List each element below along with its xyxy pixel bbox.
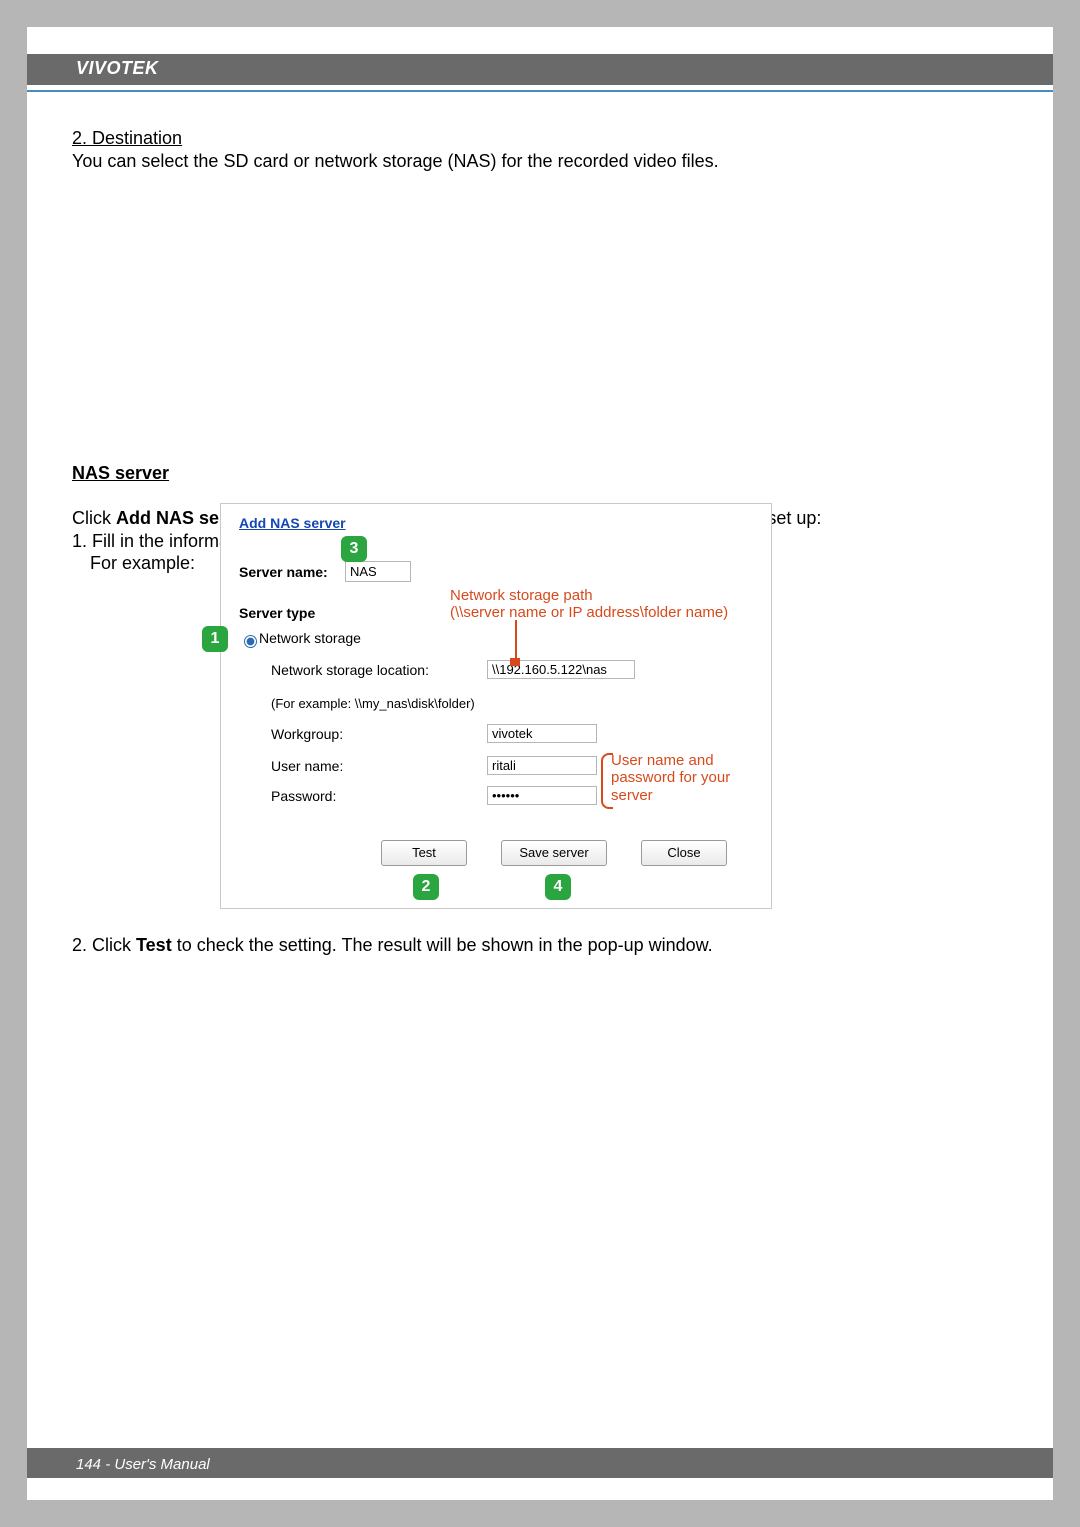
page: VIVOTEK 2. Destination You can select th… <box>27 27 1053 1500</box>
annotation-storage-path-line1: Network storage path <box>450 587 593 604</box>
header-bar <box>27 54 1053 85</box>
callout-4: 4 <box>545 874 571 900</box>
callout-2: 2 <box>413 874 439 900</box>
annotation-storage-path: Network storage path (\\server name or I… <box>450 587 750 622</box>
step-2-post: to check the setting. The result will be… <box>172 935 713 955</box>
step-2-row: 2. Click Test to check the setting. The … <box>72 935 1002 956</box>
footer-text: 144 - User's Manual <box>76 1456 210 1473</box>
annotation-arrow-icon <box>515 620 517 662</box>
username-input[interactable] <box>487 756 597 775</box>
storage-example-hint: (For example: \\my_nas\disk\folder) <box>271 696 475 711</box>
annotation-credentials: User name and password for your server <box>611 752 771 804</box>
username-label: User name: <box>271 758 343 774</box>
password-input[interactable] <box>487 786 597 805</box>
test-button[interactable]: Test <box>381 840 467 866</box>
step-2-bold: Test <box>136 935 172 955</box>
storage-location-label: Network storage location: <box>271 662 429 678</box>
network-storage-radio-label: Network storage <box>259 630 361 646</box>
server-name-input[interactable] <box>345 561 411 582</box>
section-destination-title: 2. Destination <box>72 128 182 148</box>
step-2-pre: 2. Click <box>72 935 136 955</box>
header-accent-line <box>27 90 1053 92</box>
add-nas-server-panel: Add NAS server Server name: Server type … <box>220 503 772 909</box>
annotation-storage-path-line2: (\\server name or IP address\folder name… <box>450 604 728 621</box>
panel-title: Add NAS server <box>239 515 346 531</box>
annotation-arrowhead-icon <box>510 658 520 666</box>
server-type-label: Server type <box>239 605 315 621</box>
callout-1: 1 <box>202 626 228 652</box>
workgroup-label: Workgroup: <box>271 726 343 742</box>
brand-label: VIVOTEK <box>76 58 159 79</box>
nas-server-heading: NAS server <box>72 462 1002 485</box>
close-button[interactable]: Close <box>641 840 727 866</box>
password-label: Password: <box>271 788 336 804</box>
workgroup-input[interactable] <box>487 724 597 743</box>
section-destination-body: You can select the SD card or network st… <box>72 151 719 171</box>
step-1-example: For example: <box>72 553 195 573</box>
save-server-button[interactable]: Save server <box>501 840 607 866</box>
callout-3: 3 <box>341 536 367 562</box>
network-storage-radio[interactable] <box>244 635 257 648</box>
server-name-label: Server name: <box>239 564 328 580</box>
nas-intro-pre: Click <box>72 508 116 528</box>
